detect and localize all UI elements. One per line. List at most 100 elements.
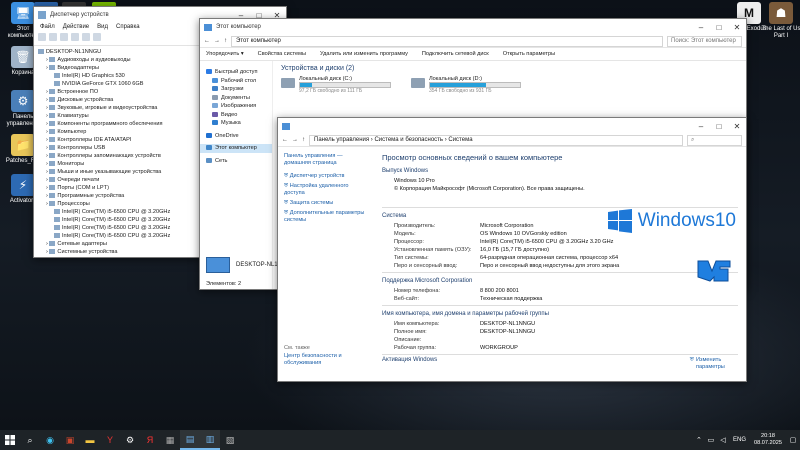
remote-settings-link[interactable]: ⛨ Настройка удаленного доступа	[284, 183, 370, 197]
nav-item-label: Документы	[221, 94, 250, 101]
scan-icon[interactable]	[82, 33, 90, 41]
forward-icon[interactable]: →	[292, 137, 298, 143]
network-button[interactable]: ▭	[705, 430, 717, 450]
close-button[interactable]: ✕	[728, 19, 746, 35]
back-icon[interactable]	[38, 33, 46, 41]
yandex-button[interactable]: Я	[140, 430, 160, 450]
tray-overflow-button[interactable]: ⌃	[693, 430, 705, 450]
help-icon[interactable]	[71, 33, 79, 41]
properties-icon[interactable]	[60, 33, 68, 41]
search-button[interactable]: ⌕	[20, 430, 40, 450]
windows-edition-header: Выпуск Windows	[382, 168, 429, 174]
system-protection-link[interactable]: ⛨ Защита системы	[284, 200, 370, 207]
oem-logo	[696, 257, 732, 285]
taskbar-app-button[interactable]: ▦	[160, 430, 180, 450]
edition-row: Windows 10 Pro	[382, 177, 738, 185]
minimize-button[interactable]: –	[692, 19, 710, 35]
info-value: 16,0 ГБ (15,7 ГБ доступно)	[480, 247, 549, 253]
nav-item[interactable]: Музыка	[200, 119, 272, 128]
tree-item-label: Дисковые устройства	[57, 97, 114, 103]
computer-name-header: Имя компьютера, имя домена и параметры р…	[382, 311, 549, 317]
info-key: Перо и сенсорный ввод:	[394, 263, 458, 269]
clock[interactable]: 20:18 08.07.2025	[750, 433, 786, 447]
nav-item[interactable]: Рабочий стол	[200, 77, 272, 86]
edge-button[interactable]: ◉	[40, 430, 60, 450]
system-content: Просмотр основных сведений о вашем компь…	[376, 147, 746, 380]
breadcrumb-item[interactable]: Панель управления	[314, 137, 369, 143]
yandex-browser-button[interactable]: Y	[100, 430, 120, 450]
breadcrumb-item[interactable]: Система	[448, 137, 472, 143]
file-explorer-button[interactable]: ▬	[80, 430, 100, 450]
drive-item[interactable]: Локальный диск (C:) 97,2 ГБ свободно из …	[281, 76, 391, 94]
nav-item[interactable]: Сеть	[200, 157, 272, 166]
info-key: Модель:	[394, 231, 416, 237]
forward-icon[interactable]: →	[214, 38, 220, 44]
forward-icon[interactable]	[49, 33, 57, 41]
up-icon[interactable]: ↑	[302, 137, 305, 143]
language-indicator[interactable]: ENG	[729, 437, 750, 443]
info-value: Intel(R) Core(TM) i5-6500 CPU @ 3.20GHz …	[480, 239, 614, 245]
breadcrumb[interactable]: Панель управления › Система и безопаснос…	[309, 134, 683, 146]
tree-item-label: Компоненты программного обеспечения	[57, 121, 163, 127]
info-value: 8 800 200 8001	[480, 288, 519, 294]
back-icon[interactable]: ←	[282, 137, 288, 143]
windows-logo: Windows10	[607, 209, 736, 233]
system-properties-button[interactable]: Свойства системы	[258, 51, 306, 57]
open-settings-button[interactable]: Открыть параметры	[503, 51, 555, 57]
nav-item[interactable]: OneDrive	[200, 132, 272, 141]
tree-item-label: Программные устройства	[57, 193, 125, 199]
nav-item-icon	[212, 120, 218, 126]
maximize-button[interactable]: □	[710, 19, 728, 35]
control-panel-button[interactable]: ▤	[180, 430, 200, 450]
minimize-button[interactable]: –	[692, 118, 710, 134]
breadcrumb-item[interactable]: Система и безопасность	[374, 137, 443, 143]
change-settings-link[interactable]: ⛨ Изменить параметры	[690, 357, 736, 371]
menu-file[interactable]: Файл	[40, 24, 55, 30]
divider	[382, 354, 738, 355]
desktop-icon-last-of-us[interactable]: ☗ The Last of Us Part I	[760, 2, 800, 40]
control-panel-home-link[interactable]: Панель управления — домашняя страница	[284, 153, 370, 167]
divider	[382, 207, 738, 208]
back-icon[interactable]: ←	[204, 38, 210, 44]
link-label: Диспетчер устройств	[289, 173, 345, 179]
copyright-text: © Корпорация Майкрософт (Microsoft Corpo…	[394, 186, 585, 192]
device-icon	[49, 169, 56, 175]
address-bar: ← → ↑ Панель управления › Система и безо…	[278, 134, 746, 147]
device-icon	[49, 161, 56, 167]
map-network-drive-button[interactable]: Подключить сетевой диск	[422, 51, 489, 57]
nav-item[interactable]: Быстрый доступ	[200, 68, 272, 77]
device-manager-link[interactable]: ⛨ Диспетчер устройств	[284, 173, 370, 180]
security-maintenance-link[interactable]: Центр безопасности и обслуживания	[284, 353, 360, 367]
info-value: WORKGROUP	[480, 345, 518, 351]
explorer-active-button[interactable]: ▥	[200, 430, 220, 450]
start-button[interactable]	[0, 430, 20, 450]
up-icon[interactable]: ↑	[224, 38, 227, 44]
menu-view[interactable]: Вид	[97, 24, 108, 30]
link-label: Дополнительные параметры системы	[284, 210, 365, 223]
nav-item[interactable]: Видео	[200, 111, 272, 120]
taskbar-app-button[interactable]: ▣	[60, 430, 80, 450]
support-website-link[interactable]: Техническая поддержка	[480, 295, 738, 303]
device-icon	[49, 129, 56, 135]
drive-item[interactable]: Локальный диск (D:) 354 ГБ свободно из 9…	[411, 76, 521, 94]
advanced-settings-link[interactable]: ⛨ Дополнительные параметры системы	[284, 210, 370, 224]
maximize-button[interactable]: □	[710, 118, 728, 134]
close-button[interactable]: ✕	[728, 118, 746, 134]
menu-action[interactable]: Действие	[63, 24, 89, 30]
nav-item[interactable]: Этот компьютер	[200, 144, 272, 153]
address-field[interactable]: Этот компьютер	[231, 35, 663, 47]
organize-button[interactable]: Упорядочить ▾	[206, 51, 244, 57]
taskbar-app-button[interactable]: ⚙	[120, 430, 140, 450]
volume-button[interactable]: ◁	[717, 430, 729, 450]
monitor-icon[interactable]	[93, 33, 101, 41]
search-input[interactable]: ⌕	[687, 134, 742, 146]
uninstall-program-button[interactable]: Удалить или изменить программу	[320, 51, 408, 57]
nav-item[interactable]: Изображения	[200, 102, 272, 111]
menu-help[interactable]: Справка	[116, 24, 140, 30]
device-manager-button[interactable]: ▧	[220, 430, 240, 450]
nav-item[interactable]: Загрузки	[200, 85, 272, 94]
search-input[interactable]: Поиск: Этот компьютер	[667, 35, 742, 47]
notifications-button[interactable]: ▢	[786, 430, 800, 450]
nav-item[interactable]: Документы	[200, 94, 272, 103]
section-header[interactable]: Устройства и диски (2)	[281, 65, 738, 72]
